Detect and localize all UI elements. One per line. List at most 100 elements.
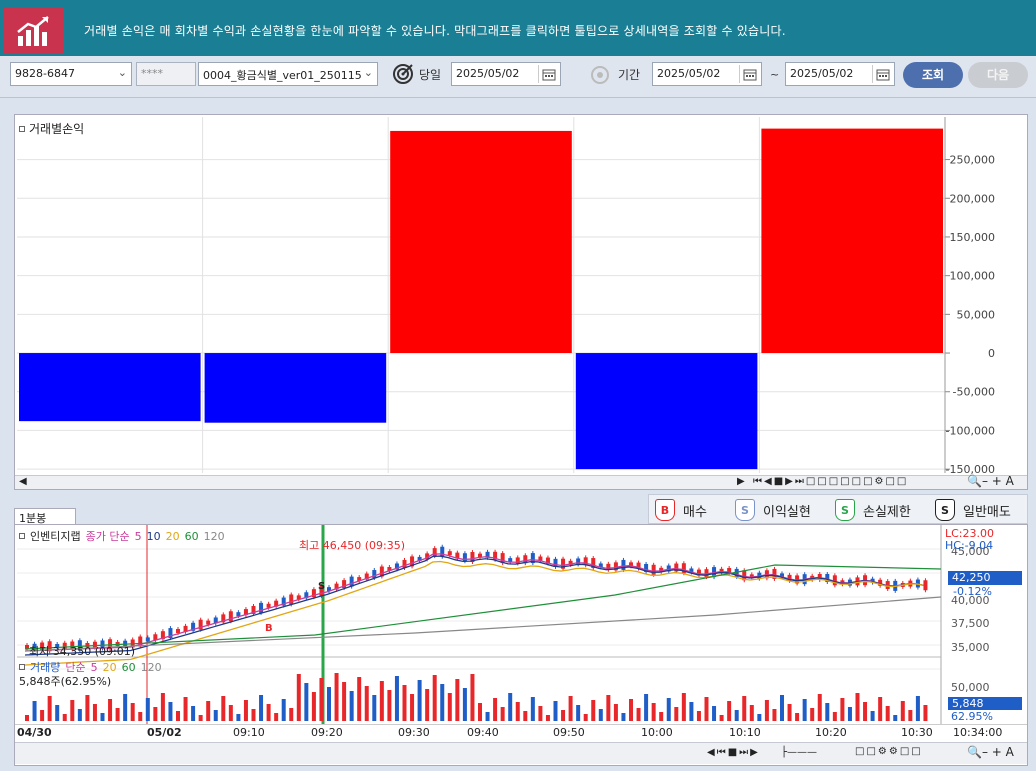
volume-bar xyxy=(583,714,588,721)
volume-bar xyxy=(485,712,490,721)
sell-marker: S xyxy=(318,581,325,592)
today-date-value: 2025/05/02 xyxy=(456,67,520,80)
ytick-45000: 45,000 xyxy=(951,545,990,558)
time-label: 10:20 xyxy=(815,726,847,739)
time-label: 09:30 xyxy=(398,726,430,739)
volume-bar xyxy=(727,701,732,721)
volume-bar xyxy=(825,703,830,721)
search-button[interactable]: 조회 xyxy=(903,62,963,88)
low-note: 최저 34,350 (09:01) xyxy=(29,645,136,658)
volume-bar xyxy=(183,697,188,721)
volume-bar xyxy=(561,710,566,721)
target-icon[interactable] xyxy=(392,63,414,85)
period-tilde: ~ xyxy=(770,68,780,81)
volume-bar xyxy=(787,704,792,721)
legend-stop-label: 손실제한 xyxy=(863,504,911,520)
pnl-scrollbar[interactable]: ◀ ▶ ⏮◀■▶⏭□□□□□□⚙□□ 🔍– + A xyxy=(15,474,1027,489)
ytick-40000: 40,000 xyxy=(951,594,990,607)
volume-bar xyxy=(712,706,717,721)
volume-bar xyxy=(77,709,82,721)
vol-ma120-label: 120 xyxy=(140,660,162,674)
strategy-select[interactable]: 0004_황금식별_ver01_250115 ⌄ xyxy=(198,62,378,86)
volume-bar xyxy=(32,701,37,721)
legend-sell-label: 일반매도 xyxy=(963,504,1011,520)
buy-marker: B xyxy=(265,623,273,634)
zoom-slider[interactable]: ├——— xyxy=(781,747,817,758)
y-tick-label: 150,000 xyxy=(950,231,996,244)
time-label: 04/30 xyxy=(17,726,52,739)
today-label: 당일 xyxy=(419,68,442,82)
volume-bar xyxy=(621,713,626,721)
volume-pct: 62.95% xyxy=(951,710,993,723)
volume-bar xyxy=(176,711,180,721)
current-time-label: 10:34:00 xyxy=(953,726,1003,739)
stop-badge-icon: S xyxy=(835,499,855,521)
volume-bar xyxy=(327,687,331,721)
today-date-input[interactable]: 2025/05/02 xyxy=(451,62,561,86)
calendar-icon[interactable] xyxy=(872,65,892,83)
volume-bar xyxy=(115,708,120,721)
volume-bar xyxy=(817,694,822,721)
legend-buy-label: 매수 xyxy=(683,504,707,520)
volume-bar xyxy=(402,685,407,721)
volume-bar xyxy=(553,701,558,721)
zoom-icons[interactable]: 🔍– + A xyxy=(967,474,1014,488)
volume-bar xyxy=(70,700,75,721)
legend-sell: S 일반매도 xyxy=(935,499,1011,521)
tab-1min[interactable]: 1분봉 xyxy=(14,508,76,525)
volume-bar xyxy=(259,695,264,721)
period-radio[interactable] xyxy=(591,66,609,84)
volume-bar xyxy=(334,673,339,721)
volume-bar xyxy=(742,696,747,721)
period-label: 기간 xyxy=(618,68,641,82)
volume-bar xyxy=(85,695,90,721)
y-tick-label: -50,000 xyxy=(953,386,995,399)
volume-bar xyxy=(689,702,694,721)
volume-bar xyxy=(92,704,97,721)
chart-tool-icons[interactable]: □□⚙⚙□□ xyxy=(855,746,923,757)
calendar-icon[interactable] xyxy=(538,65,558,83)
volume-bar xyxy=(40,710,45,721)
time-label: 10:10 xyxy=(729,726,761,739)
pnl-bar xyxy=(204,353,387,423)
pnl-chart-title-box: 거래별손익 xyxy=(19,120,84,137)
scroll-right-icon[interactable]: ▶ xyxy=(737,476,745,487)
volume-bar xyxy=(236,714,241,721)
volume-bar xyxy=(900,701,905,721)
account-select[interactable]: 9828-6847 ⌄ xyxy=(10,62,132,86)
volume-bar xyxy=(915,696,920,721)
buy-badge-icon: B xyxy=(655,499,675,521)
sell-badge-icon: S xyxy=(935,499,955,521)
calendar-icon[interactable] xyxy=(739,65,759,83)
volume-bar xyxy=(160,693,165,721)
volume-bar xyxy=(795,713,800,721)
chart-nav-icons[interactable]: ⏮◀■▶⏭□□□□□□⚙□□ xyxy=(753,476,908,487)
volume-bar xyxy=(410,694,415,721)
period-from-input[interactable]: 2025/05/02 xyxy=(652,62,762,86)
volume-bar xyxy=(810,708,815,721)
volume-bar xyxy=(311,692,316,721)
volume-bar xyxy=(108,699,113,721)
trade-pnl-chart[interactable]: 250,000 200,000 150,000 100,000 50,000 0 -50,0… xyxy=(15,115,1027,475)
scroll-left-icon[interactable]: ◀ xyxy=(19,476,27,487)
volume-bar xyxy=(62,714,67,721)
volume-bar xyxy=(508,693,513,721)
trade-pnl-panel: 250,000 200,000 150,000 100,000 50,000 0 -50,0… xyxy=(14,114,1028,490)
price-scrollbar[interactable]: ◀⏮■⏭▶ ├——— □□⚙⚙□□ 🔍– + A xyxy=(15,742,1027,764)
next-button[interactable]: 다음 xyxy=(968,62,1028,88)
chart-nav-icons[interactable]: ◀⏮■⏭▶ xyxy=(707,747,760,758)
volume-bar xyxy=(847,707,852,721)
volume-bar xyxy=(500,707,505,721)
volume-bar xyxy=(394,676,399,721)
volume-bar xyxy=(243,700,248,721)
pnl-bar xyxy=(761,128,943,354)
password-field[interactable]: **** xyxy=(136,62,196,86)
vol-ma5-label: 5 xyxy=(90,660,98,674)
volume-bar xyxy=(349,691,354,721)
period-to-input[interactable]: 2025/05/02 xyxy=(785,62,895,86)
vol-ytick-50000: 50,000 xyxy=(951,681,990,694)
zoom-icons[interactable]: 🔍– + A xyxy=(967,745,1014,759)
volume-bar xyxy=(342,682,347,721)
time-label: 09:20 xyxy=(311,726,343,739)
ma5-label: 5 xyxy=(134,529,142,543)
